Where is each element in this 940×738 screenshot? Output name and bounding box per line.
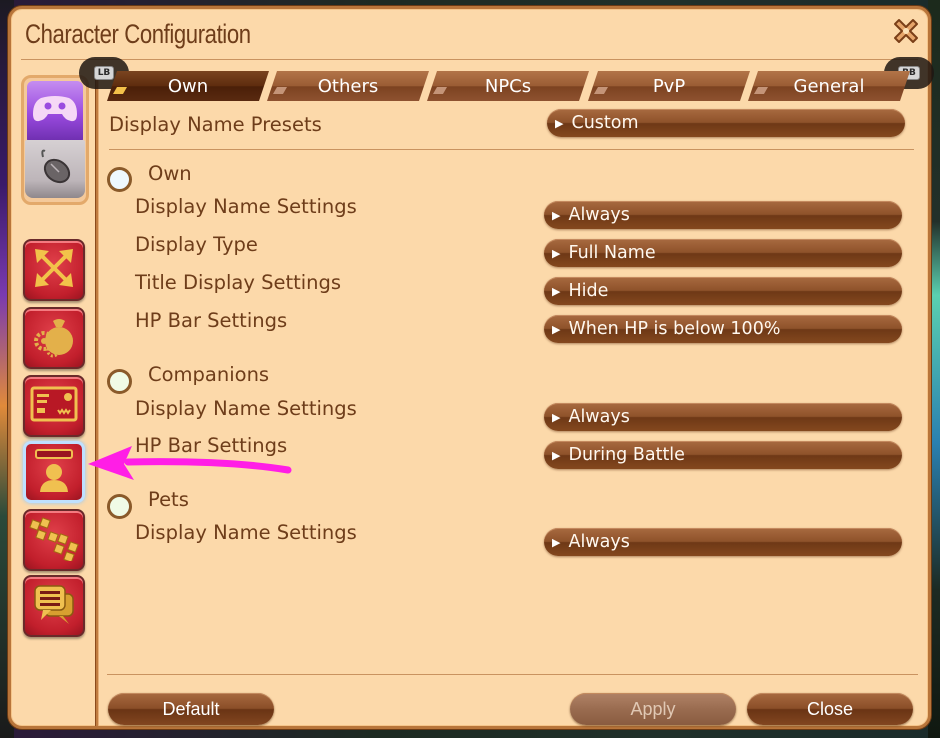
tab-others[interactable]: Others [267,71,429,101]
tab-notch [594,87,608,94]
pets-section-title: Pets [148,488,189,511]
dropdown-arrow-icon: ▶ [552,448,561,462]
tab-notch [433,87,447,94]
companions-section-radio[interactable] [107,369,132,394]
dropdown-arrow-icon: ▶ [552,535,561,549]
sidebar-item-log-settings[interactable] [23,575,85,637]
dropdown-value: Hide [568,281,609,301]
dropdown-arrow-icon: ▶ [552,246,561,260]
tab-notch [754,87,768,94]
own-display-name-settings-dropdown[interactable]: ▶ Always [544,201,902,229]
apply-button[interactable]: Apply [570,693,736,725]
footer-divider [107,674,918,675]
close-icon [891,16,921,50]
dropdown-value: Always [568,407,630,427]
dropdown-value: Full Name [568,243,656,263]
close-button[interactable]: Close [747,693,913,725]
tab-label: NPCs [484,75,532,97]
own-hp-bar-settings-dropdown[interactable]: ▶ When HP is below 100% [544,315,902,343]
tab-label: PvP [652,75,686,97]
dropdown-arrow-icon: ▶ [555,116,564,130]
dropdown-arrow-icon: ▶ [552,322,561,336]
own-section-radio[interactable] [107,167,132,192]
dropdown-arrow-icon: ▶ [552,410,561,424]
sidebar-item-display-settings[interactable] [23,239,85,301]
sidebar-item-item-settings[interactable] [23,307,85,369]
tab-pvp[interactable]: PvP [588,71,750,101]
window-close-button[interactable] [890,17,922,49]
input-mode-switch[interactable] [21,75,89,205]
sidebar-item-party-settings[interactable] [23,509,85,571]
dropdown-arrow-icon: ▶ [552,208,561,222]
pets-section-radio[interactable] [107,494,132,519]
sidebar-item-character-nameplates[interactable] [23,441,85,503]
dropdown-value: Always [568,532,630,552]
companions-hp-bar-settings-dropdown[interactable]: ▶ During Battle [544,441,902,469]
tab-npcs[interactable]: NPCs [427,71,589,101]
own-title-display-settings-label: Title Display Settings [135,271,342,294]
tab-notch [273,87,287,94]
tab-label: Others [317,75,379,97]
character-configuration-window: Character Configuration LB Own Others NP… [8,6,934,729]
own-display-name-settings-label: Display Name Settings [135,195,357,218]
window-title: Character Configuration [25,19,251,49]
companions-section-title: Companions [148,363,270,386]
title-divider [21,59,918,60]
display-name-presets-dropdown[interactable]: ▶ Custom [547,109,905,137]
gamepad-icon [31,94,79,128]
chat-bubbles-icon [31,582,77,630]
companions-hp-bar-settings-label: HP Bar Settings [135,434,288,457]
party-chain-icon [29,515,79,565]
tab-general[interactable]: General [748,71,910,101]
dropdown-value: When HP is below 100% [568,319,781,339]
character-nameplate-icon [31,446,77,498]
tab-bar: Own Others NPCs PvP General [107,71,913,103]
mouse-mode[interactable] [25,140,85,198]
own-display-type-dropdown[interactable]: ▶ Full Name [544,239,902,267]
dropdown-value: Always [568,205,630,225]
presets-divider [109,149,914,150]
settings-panel: Display Name Presets ▶ Custom Own Displa… [99,105,920,665]
bag-gears-icon [31,313,77,363]
companions-display-name-settings-label: Display Name Settings [135,397,357,420]
tab-label: Own [167,75,209,97]
sidebar-item-character-card[interactable] [23,375,85,437]
tab-own[interactable]: Own [107,71,269,101]
tab-label: General [793,75,865,97]
default-button[interactable]: Default [108,693,274,725]
own-title-display-settings-dropdown[interactable]: ▶ Hide [544,277,902,305]
companions-display-name-settings-dropdown[interactable]: ▶ Always [544,403,902,431]
dropdown-value: Custom [571,113,639,133]
display-name-presets-label: Display Name Presets [109,113,322,136]
own-section-title: Own [148,162,192,185]
pets-display-name-settings-label: Display Name Settings [135,521,357,544]
tab-notch [113,87,127,94]
own-display-type-label: Display Type [135,233,258,256]
id-card-icon [30,384,78,428]
mouse-icon [35,147,75,191]
pets-display-name-settings-dropdown[interactable]: ▶ Always [544,528,902,556]
expand-arrows-icon [31,245,77,295]
dropdown-value: During Battle [568,445,685,465]
gamepad-mode[interactable] [27,81,83,141]
own-hp-bar-settings-label: HP Bar Settings [135,309,288,332]
dropdown-arrow-icon: ▶ [552,284,561,298]
